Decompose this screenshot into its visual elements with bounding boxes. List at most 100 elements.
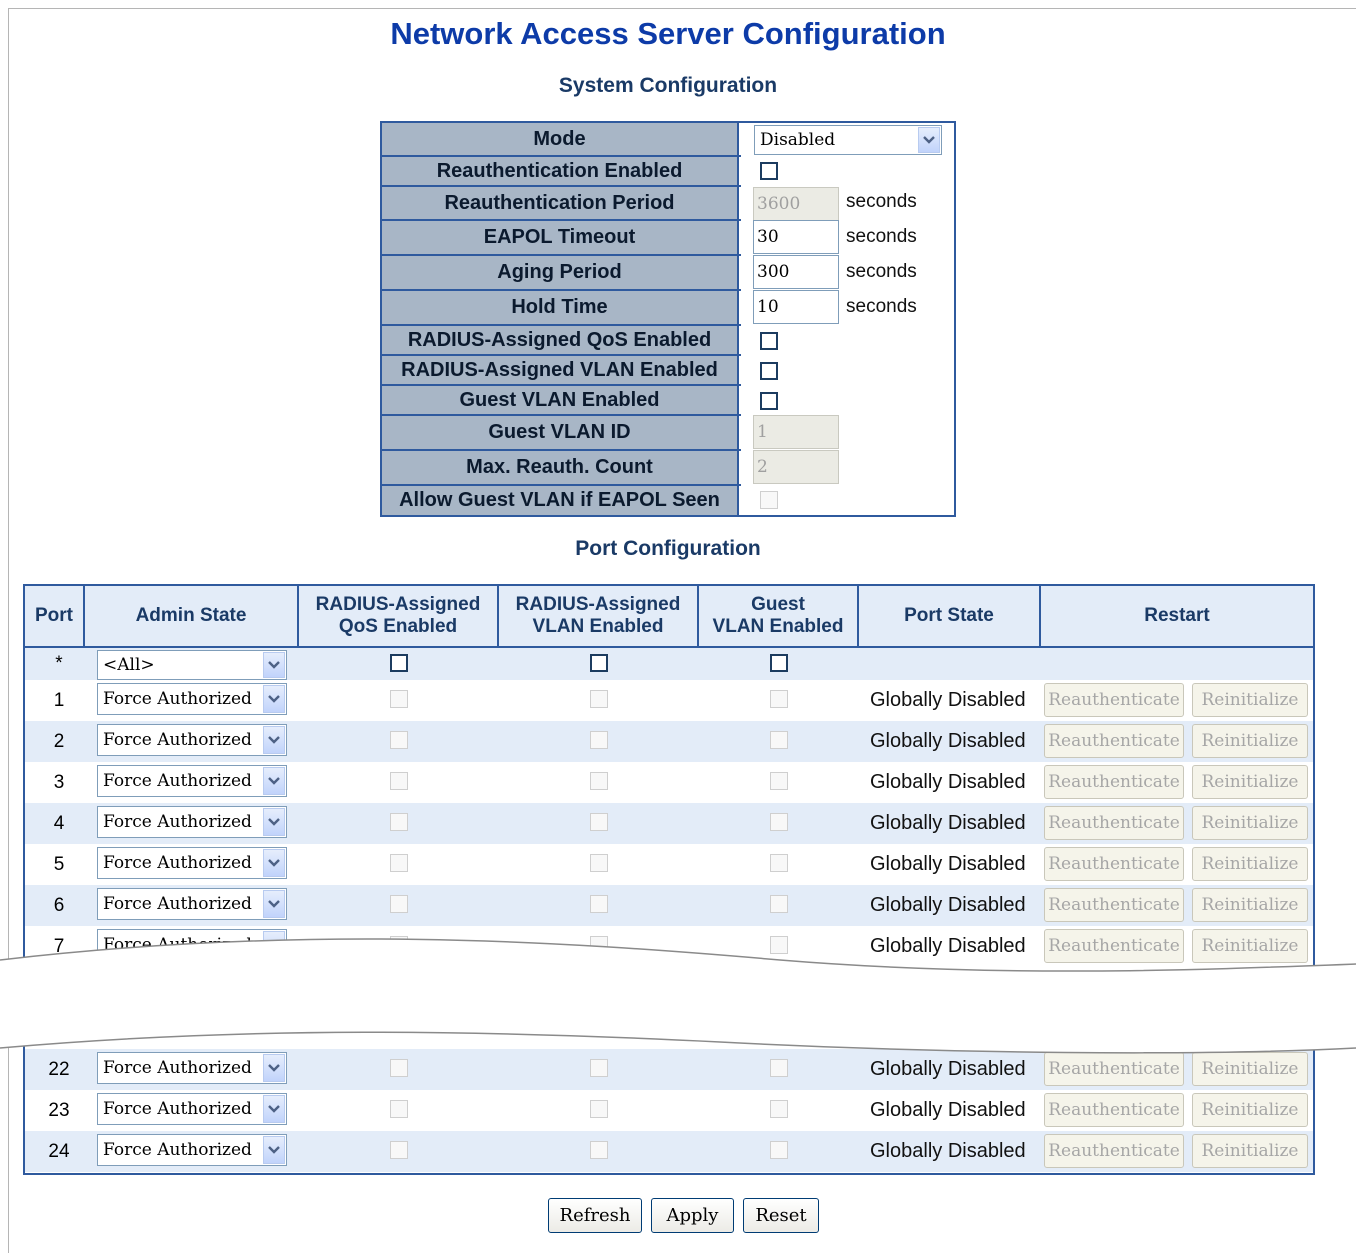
reinitialize-button[interactable]: Reinitialize bbox=[1192, 724, 1308, 758]
reauthenticate-button[interactable]: Reauthenticate bbox=[1044, 1134, 1184, 1168]
radius-vlan-checkbox[interactable] bbox=[590, 731, 608, 749]
guest-vlan-checkbox[interactable] bbox=[770, 813, 788, 831]
reinitialize-button[interactable]: Reinitialize bbox=[1192, 765, 1308, 799]
radius-vlan-checkbox[interactable] bbox=[760, 362, 778, 380]
refresh-button[interactable]: Refresh bbox=[548, 1198, 642, 1233]
radius-qos-checkbox[interactable] bbox=[390, 1100, 408, 1118]
guest-vlan-id-row: Guest VLAN ID 1 bbox=[382, 415, 954, 449]
all-guest-checkbox[interactable] bbox=[770, 654, 788, 672]
port-number: 24 bbox=[48, 1141, 70, 1162]
header-restart: Restart bbox=[1144, 605, 1210, 626]
all-vlan-checkbox[interactable] bbox=[590, 654, 608, 672]
admin-state-select[interactable]: Force Authorized bbox=[97, 1093, 287, 1125]
guest-vlan-checkbox[interactable] bbox=[770, 895, 788, 913]
radius-qos-checkbox[interactable] bbox=[390, 813, 408, 831]
radius-qos-checkbox[interactable] bbox=[390, 772, 408, 790]
radius-vlan-checkbox[interactable] bbox=[590, 1141, 608, 1159]
radius-qos-checkbox[interactable] bbox=[390, 731, 408, 749]
all-qos-checkbox[interactable] bbox=[390, 654, 408, 672]
reinitialize-button[interactable]: Reinitialize bbox=[1192, 683, 1308, 717]
all-admin-state-select[interactable]: <All> bbox=[97, 650, 287, 680]
guest-vlan-checkbox[interactable] bbox=[770, 772, 788, 790]
radius-vlan-checkbox[interactable] bbox=[590, 772, 608, 790]
radius-qos-checkbox[interactable] bbox=[390, 895, 408, 913]
reauthenticate-button[interactable]: Reauthenticate bbox=[1044, 888, 1184, 922]
chevron-down-icon bbox=[263, 808, 285, 836]
radius-vlan-checkbox[interactable] bbox=[590, 895, 608, 913]
guest-vlan-checkbox[interactable] bbox=[770, 731, 788, 749]
port-state: Globally Disabled bbox=[870, 894, 1026, 916]
reauthenticate-button[interactable]: Reauthenticate bbox=[1044, 683, 1184, 717]
page-title: Network Access Server Configuration bbox=[390, 16, 946, 51]
port-state: Globally Disabled bbox=[870, 771, 1026, 793]
reset-button[interactable]: Reset bbox=[743, 1198, 819, 1233]
reinitialize-button[interactable]: Reinitialize bbox=[1192, 1134, 1308, 1168]
admin-state-select[interactable]: Force Authorized bbox=[97, 806, 287, 838]
reauthenticate-button[interactable]: Reauthenticate bbox=[1044, 847, 1184, 881]
reauth-period-input[interactable]: 3600 bbox=[753, 187, 839, 221]
eapol-timeout-label: EAPOL Timeout bbox=[382, 221, 739, 254]
admin-state-select[interactable]: Force Authorized bbox=[97, 1134, 287, 1166]
port-row: 6 Force Authorized Globally Disabled Reauth… bbox=[25, 885, 1313, 926]
guest-vlan-id-input[interactable]: 1 bbox=[753, 415, 839, 449]
radius-qos-checkbox[interactable] bbox=[390, 854, 408, 872]
admin-state-value: Force Authorized bbox=[103, 730, 252, 750]
apply-button[interactable]: Apply bbox=[651, 1198, 734, 1233]
radius-qos-checkbox[interactable] bbox=[390, 690, 408, 708]
reauthenticate-button[interactable]: Reauthenticate bbox=[1044, 806, 1184, 840]
eapol-timeout-row: EAPOL Timeout 30 seconds bbox=[382, 220, 954, 254]
chevron-down-icon bbox=[263, 1136, 285, 1164]
header-radius-qos: RADIUS-Assigned QoS Enabled bbox=[299, 586, 499, 646]
radius-vlan-checkbox[interactable] bbox=[590, 690, 608, 708]
admin-state-select[interactable]: Force Authorized bbox=[97, 683, 287, 715]
port-row: 4 Force Authorized Globally Disabled Reauth… bbox=[25, 803, 1313, 844]
admin-state-select[interactable]: Force Authorized bbox=[97, 888, 287, 920]
mode-select[interactable]: Disabled bbox=[754, 125, 942, 155]
guest-vlan-checkbox[interactable] bbox=[770, 1141, 788, 1159]
reinitialize-button[interactable]: Reinitialize bbox=[1192, 806, 1308, 840]
hold-time-input[interactable]: 10 bbox=[753, 290, 839, 324]
eapol-timeout-input[interactable]: 30 bbox=[753, 220, 839, 254]
port-number: 1 bbox=[53, 690, 65, 711]
admin-state-select[interactable]: Force Authorized bbox=[97, 765, 287, 797]
all-ports-row: * <All> bbox=[25, 648, 1313, 680]
guest-vlan-checkbox[interactable] bbox=[770, 854, 788, 872]
header-port-state: Port State bbox=[859, 586, 1041, 646]
reinitialize-button[interactable]: Reinitialize bbox=[1192, 847, 1308, 881]
guest-vlan-checkbox[interactable] bbox=[770, 1100, 788, 1118]
port-state: Globally Disabled bbox=[870, 1140, 1026, 1162]
reauthenticate-button[interactable]: Reauthenticate bbox=[1044, 765, 1184, 799]
max-reauth-label: Max. Reauth. Count bbox=[382, 451, 739, 484]
reauthenticate-button[interactable]: Reauthenticate bbox=[1044, 724, 1184, 758]
admin-state-value: Force Authorized bbox=[103, 894, 252, 914]
hold-time-unit: seconds bbox=[846, 296, 917, 317]
radius-vlan-checkbox[interactable] bbox=[590, 813, 608, 831]
guest-vlan-checkbox[interactable] bbox=[770, 690, 788, 708]
port-config-heading: Port Configuration bbox=[575, 537, 761, 560]
admin-state-select[interactable]: Force Authorized bbox=[97, 847, 287, 879]
chevron-down-icon bbox=[263, 685, 285, 713]
port-row: 5 Force Authorized Globally Disabled Reauth… bbox=[25, 844, 1313, 885]
radius-qos-checkbox[interactable] bbox=[760, 332, 778, 350]
reauth-enabled-row: Reauthentication Enabled bbox=[382, 157, 954, 185]
reauth-enabled-checkbox[interactable] bbox=[760, 162, 778, 180]
port-state: Globally Disabled bbox=[870, 730, 1026, 752]
admin-state-value: Force Authorized bbox=[103, 689, 252, 709]
reinitialize-button[interactable]: Reinitialize bbox=[1192, 1093, 1308, 1127]
reauthenticate-button[interactable]: Reauthenticate bbox=[1044, 1093, 1184, 1127]
reinitialize-button[interactable]: Reinitialize bbox=[1192, 888, 1308, 922]
reauth-period-row: Reauthentication Period 3600 seconds bbox=[382, 187, 954, 221]
port-number: 23 bbox=[48, 1100, 70, 1121]
allow-guest-checkbox[interactable] bbox=[760, 491, 778, 509]
radius-qos-checkbox[interactable] bbox=[390, 1141, 408, 1159]
admin-state-select[interactable]: Force Authorized bbox=[97, 724, 287, 756]
header-admin-state: Admin State bbox=[85, 586, 299, 646]
aging-period-input[interactable]: 300 bbox=[753, 255, 839, 289]
radius-vlan-checkbox[interactable] bbox=[590, 854, 608, 872]
max-reauth-input[interactable]: 2 bbox=[753, 450, 839, 484]
guest-vlan-enabled-checkbox[interactable] bbox=[760, 392, 778, 410]
port-state: Globally Disabled bbox=[870, 1099, 1026, 1121]
radius-vlan-checkbox[interactable] bbox=[590, 1100, 608, 1118]
guest-vlan-id-label: Guest VLAN ID bbox=[382, 416, 739, 449]
chevron-down-icon bbox=[263, 849, 285, 877]
